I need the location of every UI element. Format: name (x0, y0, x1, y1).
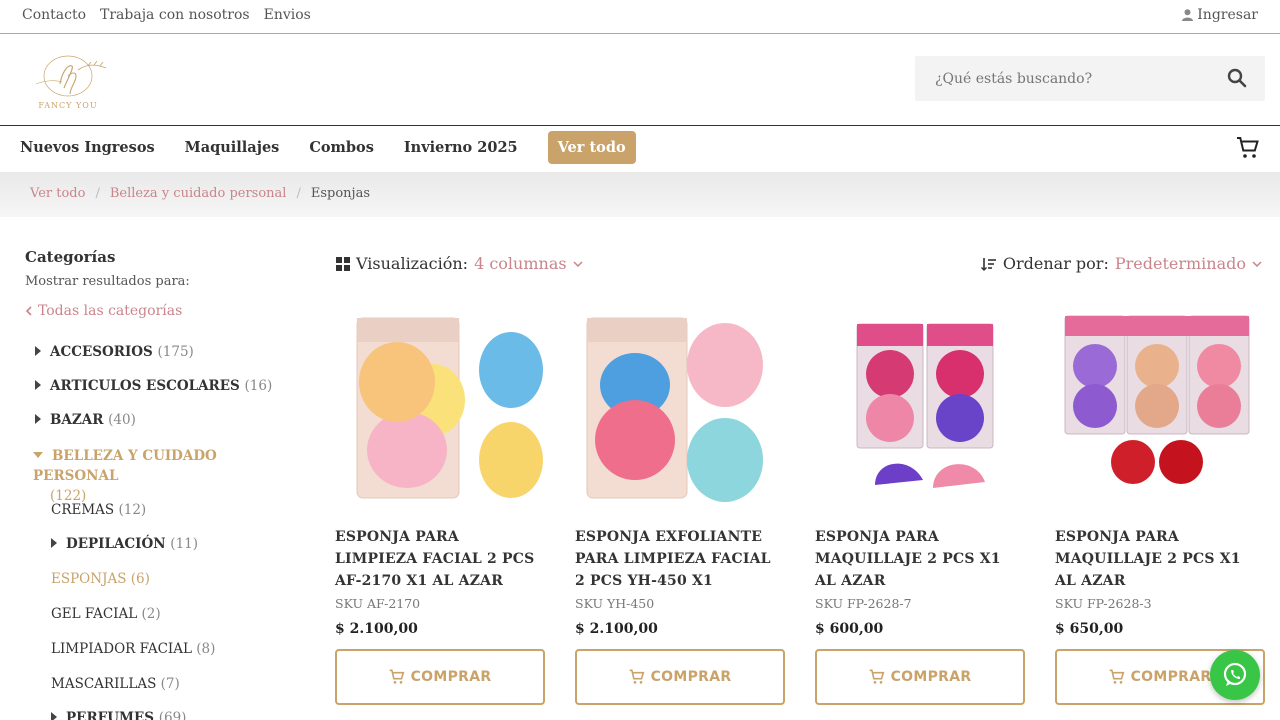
cart-icon[interactable] (1236, 136, 1260, 160)
search-icon[interactable] (1227, 68, 1247, 88)
category-mascarillas[interactable]: MASCARILLAS (7) (51, 676, 180, 692)
product-image[interactable] (1055, 310, 1265, 510)
whatsapp-icon (1223, 662, 1247, 686)
category-articulos-escolares[interactable]: ARTICULOS ESCOLARES (16) (35, 378, 272, 394)
view-selector[interactable]: Visualización: 4 columnas (336, 254, 583, 273)
category-esponjas[interactable]: ESPONJAS (6) (51, 571, 150, 587)
nav-item-makeup[interactable]: Maquillajes (185, 131, 280, 164)
product-card: ESPONJA PARA MAQUILLAJE 2 PCS X1 AL AZAR… (815, 310, 1025, 637)
logo-text: FANCY YOU (38, 101, 97, 110)
chevron-left-icon (25, 306, 32, 316)
cart-icon (389, 669, 404, 684)
caret-right-icon (51, 712, 57, 720)
product-price: $ 600,00 (815, 621, 884, 637)
jobs-link[interactable]: Trabaja con nosotros (100, 7, 250, 23)
sort-value: Predeterminado (1114, 254, 1246, 273)
buy-label: COMPRAR (890, 669, 972, 685)
category-sidebar: Categorías Mostrar resultados para: Toda… (25, 248, 305, 319)
cart-icon (869, 669, 884, 684)
breadcrumb-separator: / (95, 186, 100, 201)
top-bar: Contacto Trabaja con nosotros Envios Ing… (0, 0, 1280, 34)
chevron-down-icon (573, 260, 583, 267)
product-sku: SKU FP-2628-7 (815, 596, 912, 611)
sort-label: Ordenar por: (1002, 254, 1109, 273)
search-box (915, 56, 1265, 101)
user-icon (1182, 9, 1194, 21)
whatsapp-button[interactable] (1210, 650, 1260, 700)
category-belleza[interactable]: BELLEZA Y CUIDADO PERSONAL (122) (33, 446, 283, 506)
category-bazar[interactable]: BAZAR (40) (35, 412, 136, 428)
view-label: Visualización: (356, 254, 469, 273)
login-label: Ingresar (1197, 7, 1258, 23)
caret-right-icon (51, 538, 57, 548)
caret-right-icon (35, 380, 41, 390)
product-price: $ 2.100,00 (575, 621, 658, 637)
caret-right-icon (35, 346, 41, 356)
chevron-down-icon (1252, 260, 1262, 267)
nav-item-combos[interactable]: Combos (309, 131, 374, 164)
product-card: ESPONJA PARA LIMPIEZA FACIAL 2 PCS AF-21… (335, 310, 545, 637)
caret-down-icon (33, 452, 43, 458)
cart-icon (629, 669, 644, 684)
breadcrumb: Ver todo / Belleza y cuidado personal / … (0, 172, 1280, 217)
category-gel-facial[interactable]: GEL FACIAL (2) (51, 606, 161, 622)
buy-label: COMPRAR (1130, 669, 1212, 685)
login-link[interactable]: Ingresar (1182, 7, 1258, 23)
store-logo[interactable]: FANCY YOU (16, 54, 120, 110)
shipping-link[interactable]: Envios (264, 7, 311, 23)
buy-button[interactable]: COMPRAR (815, 649, 1025, 705)
nav-item-all[interactable]: Ver todo (547, 131, 636, 164)
sort-selector[interactable]: Ordenar por: Predeterminado (980, 254, 1262, 273)
buy-label: COMPRAR (650, 669, 732, 685)
product-sku: SKU AF-2170 (335, 596, 421, 611)
product-title[interactable]: ESPONJA PARA LIMPIEZA FACIAL 2 PCS AF-21… (335, 526, 545, 592)
nav-item-new[interactable]: Nuevos Ingresos (20, 131, 155, 164)
buy-label: COMPRAR (410, 669, 492, 685)
product-image[interactable] (815, 310, 1025, 510)
product-card: ESPONJA PARA MAQUILLAJE 2 PCS X1 AL AZAR… (1055, 310, 1265, 637)
search-input[interactable] (915, 56, 1215, 101)
buy-button[interactable]: COMPRAR (335, 649, 545, 705)
sidebar-title: Categorías (25, 248, 116, 266)
breadcrumb-separator: / (296, 186, 301, 201)
caret-right-icon (35, 414, 41, 424)
product-sku: SKU YH-450 (575, 596, 655, 611)
view-value: 4 columnas (474, 254, 567, 273)
grid-icon (336, 256, 350, 271)
category-limpiador-facial[interactable]: LIMPIADOR FACIAL (8) (51, 641, 215, 657)
all-categories-link[interactable]: Todas las categorías (25, 303, 305, 319)
product-card: ESPONJA EXFOLIANTE PARA LIMPIEZA FACIAL … (575, 310, 785, 637)
product-title[interactable]: ESPONJA PARA MAQUILLAJE 2 PCS X1 AL AZAR (1055, 526, 1265, 592)
product-price: $ 2.100,00 (335, 621, 418, 637)
cart-icon (1109, 669, 1124, 684)
product-image[interactable] (335, 310, 545, 510)
product-sku: SKU FP-2628-3 (1055, 596, 1152, 611)
category-perfumes[interactable]: PERFUMES (69) (51, 710, 186, 720)
product-image[interactable] (575, 310, 785, 510)
product-title[interactable]: ESPONJA EXFOLIANTE PARA LIMPIEZA FACIAL … (575, 526, 785, 592)
all-categories-label: Todas las categorías (38, 303, 183, 319)
product-title[interactable]: ESPONJA PARA MAQUILLAJE 2 PCS X1 AL AZAR (815, 526, 1025, 592)
header: FANCY YOU (0, 34, 1280, 126)
product-price: $ 650,00 (1055, 621, 1124, 637)
main-nav: Nuevos Ingresos Maquillajes Combos Invie… (0, 126, 1280, 172)
sort-icon (980, 257, 996, 271)
buy-button[interactable]: COMPRAR (575, 649, 785, 705)
contact-link[interactable]: Contacto (22, 7, 86, 23)
breadcrumb-current: Esponjas (310, 186, 370, 201)
nav-item-winter[interactable]: Invierno 2025 (404, 131, 518, 164)
category-accesorios[interactable]: ACCESORIOS (175) (35, 344, 194, 360)
category-cremas[interactable]: CREMAS (12) (51, 502, 146, 518)
breadcrumb-beauty[interactable]: Belleza y cuidado personal (110, 186, 287, 201)
results-for-label: Mostrar resultados para: (25, 274, 190, 289)
category-depilacion[interactable]: DEPILACIÓN (11) (51, 536, 198, 552)
top-links: Contacto Trabaja con nosotros Envios (22, 7, 311, 23)
breadcrumb-all[interactable]: Ver todo (30, 186, 85, 201)
